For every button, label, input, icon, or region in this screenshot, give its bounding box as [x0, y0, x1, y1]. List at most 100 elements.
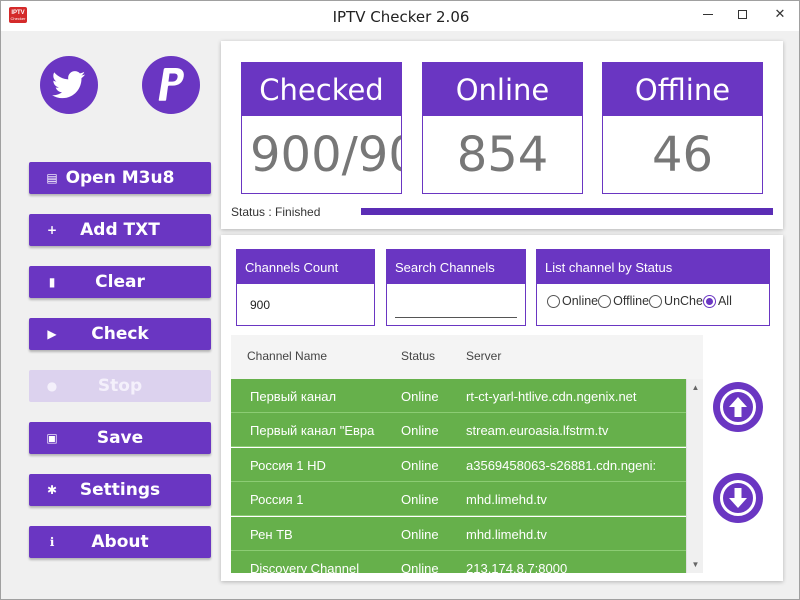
progress-bar	[361, 208, 773, 215]
window-title: IPTV Checker 2.06	[332, 8, 470, 26]
plus-icon: +	[46, 223, 58, 237]
radio-offline-label: Offline	[613, 294, 650, 308]
online-stat: Online 854	[422, 62, 583, 194]
app-window: IPTV Checker IPTV Checker 2.06 ✕ ▤ Open …	[0, 0, 800, 600]
scroll-up-arrow-icon[interactable]: ▲	[687, 379, 704, 396]
stats-panel: Checked 900/900 Online 854 Offline 46 St…	[221, 41, 783, 229]
radio-offline[interactable]: Offline	[598, 294, 649, 308]
status-filter-box: List channel by Status Online Offline Un…	[536, 249, 770, 326]
play-icon: ▶	[47, 327, 57, 341]
cell-server: stream.euroasia.lfstrm.tv	[466, 423, 609, 438]
maximize-button[interactable]	[725, 1, 759, 27]
minimize-button[interactable]	[691, 1, 725, 27]
cell-server: 213.174.8.7:8000	[466, 561, 568, 573]
table-row[interactable]: Первый канал "Евра Online stream.euroasi…	[231, 413, 686, 447]
cell-server: a3569458063-s26881.cdn.ngeni:	[466, 458, 656, 473]
table-row[interactable]: Рен ТВ Online mhd.limehd.tv	[231, 517, 686, 551]
paypal-button[interactable]	[142, 56, 200, 114]
table-row[interactable]: Россия 1 HD Online a3569458063-s26881.cd…	[231, 448, 686, 482]
offline-stat: Offline 46	[602, 62, 763, 194]
paypal-icon	[158, 68, 184, 101]
table-header: Channel Name Status Server	[231, 335, 703, 379]
radio-unchecked[interactable]: UnChe	[649, 294, 703, 308]
stop-icon: ●	[46, 379, 58, 393]
title-bar[interactable]: IPTV Checker IPTV Checker 2.06 ✕	[1, 1, 799, 31]
radio-unchecked-label: UnChe	[664, 294, 703, 308]
cell-channel-name: Первый канал "Евра	[250, 423, 375, 438]
offline-stat-label: Offline	[603, 63, 762, 116]
checked-stat: Checked 900/900	[241, 62, 402, 194]
gear-icon: ✱	[46, 483, 58, 497]
channels-count-label: Channels Count	[237, 250, 374, 284]
column-server[interactable]: Server	[466, 349, 501, 363]
twitter-button[interactable]	[40, 56, 98, 114]
minimize-icon	[703, 13, 713, 15]
radio-all-label: All	[717, 294, 732, 308]
channels-count-value: 900	[250, 298, 271, 312]
cell-server: mhd.limehd.tv	[466, 492, 547, 507]
cell-status: Online	[401, 458, 439, 473]
move-up-button[interactable]	[713, 382, 763, 432]
channels-count-box: Channels Count 900	[236, 249, 375, 326]
cell-status: Online	[401, 389, 439, 404]
file-icon: ▤	[46, 171, 58, 185]
arrow-up-icon	[729, 397, 747, 417]
progress-fill	[361, 208, 773, 215]
channel-table: Первый канал Online rt-ct-yarl-htlive.cd…	[231, 379, 686, 573]
cell-status: Online	[401, 423, 439, 438]
cell-channel-name: Россия 1	[250, 492, 304, 507]
scroll-down-arrow-icon[interactable]: ▼	[687, 556, 704, 573]
status-radio-group: Online Offline UnChe All	[537, 284, 769, 308]
radio-unchecked-circle[interactable]	[649, 294, 663, 308]
radio-all-circle[interactable]	[702, 294, 716, 308]
save-icon: ▣	[46, 431, 58, 445]
table-row[interactable]: Первый канал Online rt-ct-yarl-htlive.cd…	[231, 379, 686, 413]
close-button[interactable]: ✕	[761, 1, 799, 27]
move-down-button[interactable]	[713, 473, 763, 523]
maximize-icon	[737, 9, 747, 19]
status-text: Status : Finished	[231, 205, 321, 219]
save-button[interactable]: ▣ Save	[29, 422, 211, 454]
table-row[interactable]: Discovery Channel Online 213.174.8.7:800…	[231, 551, 686, 573]
search-channels-box: Search Channels	[386, 249, 526, 326]
check-button[interactable]: ▶ Check	[29, 318, 211, 350]
offline-stat-value: 46	[651, 127, 714, 183]
open-m3u8-button[interactable]: ▤ Open M3u8	[29, 162, 211, 194]
checked-stat-value: 900/900	[250, 127, 401, 183]
radio-online-label: Online	[562, 294, 599, 308]
add-txt-button[interactable]: + Add TXT	[29, 214, 211, 246]
settings-button[interactable]: ✱ Settings	[29, 474, 211, 506]
about-button[interactable]: ℹ About	[29, 526, 211, 558]
cell-server: rt-ct-yarl-htlive.cdn.ngenix.net	[466, 389, 637, 404]
cell-status: Online	[401, 527, 439, 542]
twitter-icon	[52, 71, 86, 99]
online-stat-label: Online	[423, 63, 582, 116]
radio-online-circle[interactable]	[547, 294, 560, 308]
radio-online[interactable]: Online	[547, 294, 598, 308]
table-row[interactable]: Россия 1 Online mhd.limehd.tv	[231, 482, 686, 516]
cell-channel-name: Discovery Channel	[250, 561, 360, 573]
clear-button[interactable]: ▮ Clear	[29, 266, 211, 298]
cell-channel-name: Россия 1 HD	[250, 458, 326, 473]
info-icon: ℹ	[49, 535, 55, 549]
cell-channel-name: Рен ТВ	[250, 527, 293, 542]
table-scrollbar[interactable]: ▲ ▼	[686, 379, 703, 573]
radio-offline-circle[interactable]	[598, 294, 612, 308]
cell-channel-name: Первый канал	[250, 389, 337, 404]
cell-status: Online	[401, 492, 439, 507]
online-stat-value: 854	[456, 127, 549, 183]
status-filter-label: List channel by Status	[537, 250, 769, 284]
trash-icon: ▮	[48, 275, 56, 289]
checked-stat-label: Checked	[242, 63, 401, 116]
radio-all[interactable]: All	[702, 294, 732, 308]
cell-server: mhd.limehd.tv	[466, 527, 547, 542]
column-status[interactable]: Status	[401, 349, 435, 363]
cell-status: Online	[401, 561, 439, 573]
close-icon: ✕	[774, 6, 786, 21]
stop-button[interactable]: ● Stop	[29, 370, 211, 402]
channel-list-panel: Channels Count 900 Search Channels List …	[221, 235, 783, 581]
search-input[interactable]	[395, 304, 517, 318]
search-channels-label: Search Channels	[387, 250, 525, 284]
column-channel-name[interactable]: Channel Name	[247, 349, 327, 363]
arrow-down-icon	[729, 488, 747, 508]
